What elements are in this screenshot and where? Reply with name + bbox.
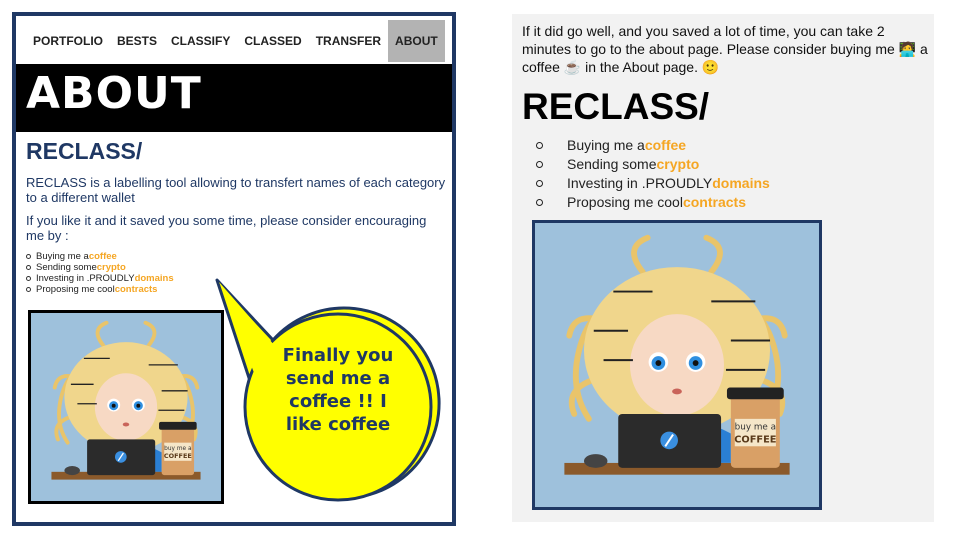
list-item-text: Investing in .PROUDLY xyxy=(567,175,713,191)
list-item: Investing in .PROUDLY domains xyxy=(536,174,770,193)
list-item-text: Sending some xyxy=(36,262,97,273)
domains-link[interactable]: domains xyxy=(135,273,174,284)
list-item-text: Buying me a xyxy=(567,137,645,153)
bullet-icon xyxy=(536,180,543,187)
list-item: Proposing me cool contracts xyxy=(536,193,770,212)
list-item-text: Sending some xyxy=(567,156,657,172)
bullet-icon xyxy=(536,199,543,206)
cup-label-line2: COFFEE xyxy=(164,452,192,460)
about-text-panel: If it did go well, and you saved a lot o… xyxy=(512,14,934,522)
list-item-text: Proposing me cool xyxy=(36,284,115,295)
list-item-text: Investing in .PROUDLY xyxy=(36,273,135,284)
bubble-line: coffee !! I xyxy=(289,391,387,412)
description-paragraph: RECLASS is a labelling tool allowing to … xyxy=(26,175,446,205)
bubble-line: like coffee xyxy=(285,414,391,435)
about-page-screenshot: PORTFOLIO BESTS CLASSIFY CLASSED TRANSFE… xyxy=(12,12,456,526)
bullet-icon xyxy=(536,161,543,168)
nav-about[interactable]: ABOUT xyxy=(388,20,445,62)
list-item: Buying me a coffee xyxy=(26,251,446,262)
developer-emoji-icon: 🧑‍💻 xyxy=(898,41,917,57)
nav-classed[interactable]: CLASSED xyxy=(237,20,308,62)
intro-paragraph: If it did go well, and you saved a lot o… xyxy=(522,22,928,76)
coffee-link[interactable]: coffee xyxy=(645,136,686,155)
bubble-line: send me a xyxy=(285,368,391,389)
coffee-emoji-icon: ☕ xyxy=(563,59,582,75)
intro-text: If it did go well, and you saved a lot o… xyxy=(522,23,899,57)
bullet-icon xyxy=(26,265,31,270)
reclass-heading: RECLASS/ xyxy=(522,86,710,127)
support-list: Buying me a coffee Sending some crypto I… xyxy=(536,136,770,212)
bullet-icon xyxy=(26,254,31,259)
nav-portfolio[interactable]: PORTFOLIO xyxy=(26,20,110,62)
nav-bests[interactable]: BESTS xyxy=(110,20,164,62)
coffee-link[interactable]: coffee xyxy=(89,251,117,262)
list-item-text: Proposing me cool xyxy=(567,194,683,210)
bubble-text: Finally you send me a coffee !! I like c… xyxy=(271,344,405,436)
smile-emoji-icon: 🙂 xyxy=(701,59,720,75)
reclass-heading: RECLASS/ xyxy=(26,138,143,164)
crypto-link[interactable]: crypto xyxy=(657,155,700,174)
bullet-icon xyxy=(26,276,31,281)
bubble-line: Finally you xyxy=(282,345,394,366)
encourage-paragraph: If you like it and it saved you some tim… xyxy=(26,213,427,243)
hero-title: ABOUT xyxy=(26,68,202,119)
contracts-link[interactable]: contracts xyxy=(683,193,746,212)
crypto-link[interactable]: crypto xyxy=(97,262,126,273)
illustration-svg: buy me a COFFEE xyxy=(32,313,220,501)
cup-label-line1: buy me a xyxy=(735,423,776,433)
list-item: Sending some crypto xyxy=(536,155,770,174)
hero-banner: ABOUT xyxy=(16,64,452,132)
cup-label-line2: COFFEE xyxy=(734,434,776,445)
illustration-svg: buy me a COFFEE xyxy=(535,223,819,507)
list-item: Buying me a coffee xyxy=(536,136,770,155)
speech-bubble: Finally you send me a coffee !! I like c… xyxy=(211,266,451,506)
intro-text: in the About page. xyxy=(581,59,702,75)
domains-link[interactable]: domains xyxy=(712,174,770,193)
contracts-link[interactable]: contracts xyxy=(115,284,158,295)
bullet-icon xyxy=(26,287,31,292)
list-item-text: Buying me a xyxy=(36,251,89,262)
bullet-icon xyxy=(536,142,543,149)
nav-transfer[interactable]: TRANSFER xyxy=(309,20,388,62)
top-nav: PORTFOLIO BESTS CLASSIFY CLASSED TRANSFE… xyxy=(26,20,445,62)
developer-illustration: buy me a COFFEE xyxy=(28,310,224,504)
developer-illustration: buy me a COFFEE xyxy=(532,220,822,510)
cup-label-line1: buy me a xyxy=(164,446,192,452)
nav-classify[interactable]: CLASSIFY xyxy=(164,20,237,62)
